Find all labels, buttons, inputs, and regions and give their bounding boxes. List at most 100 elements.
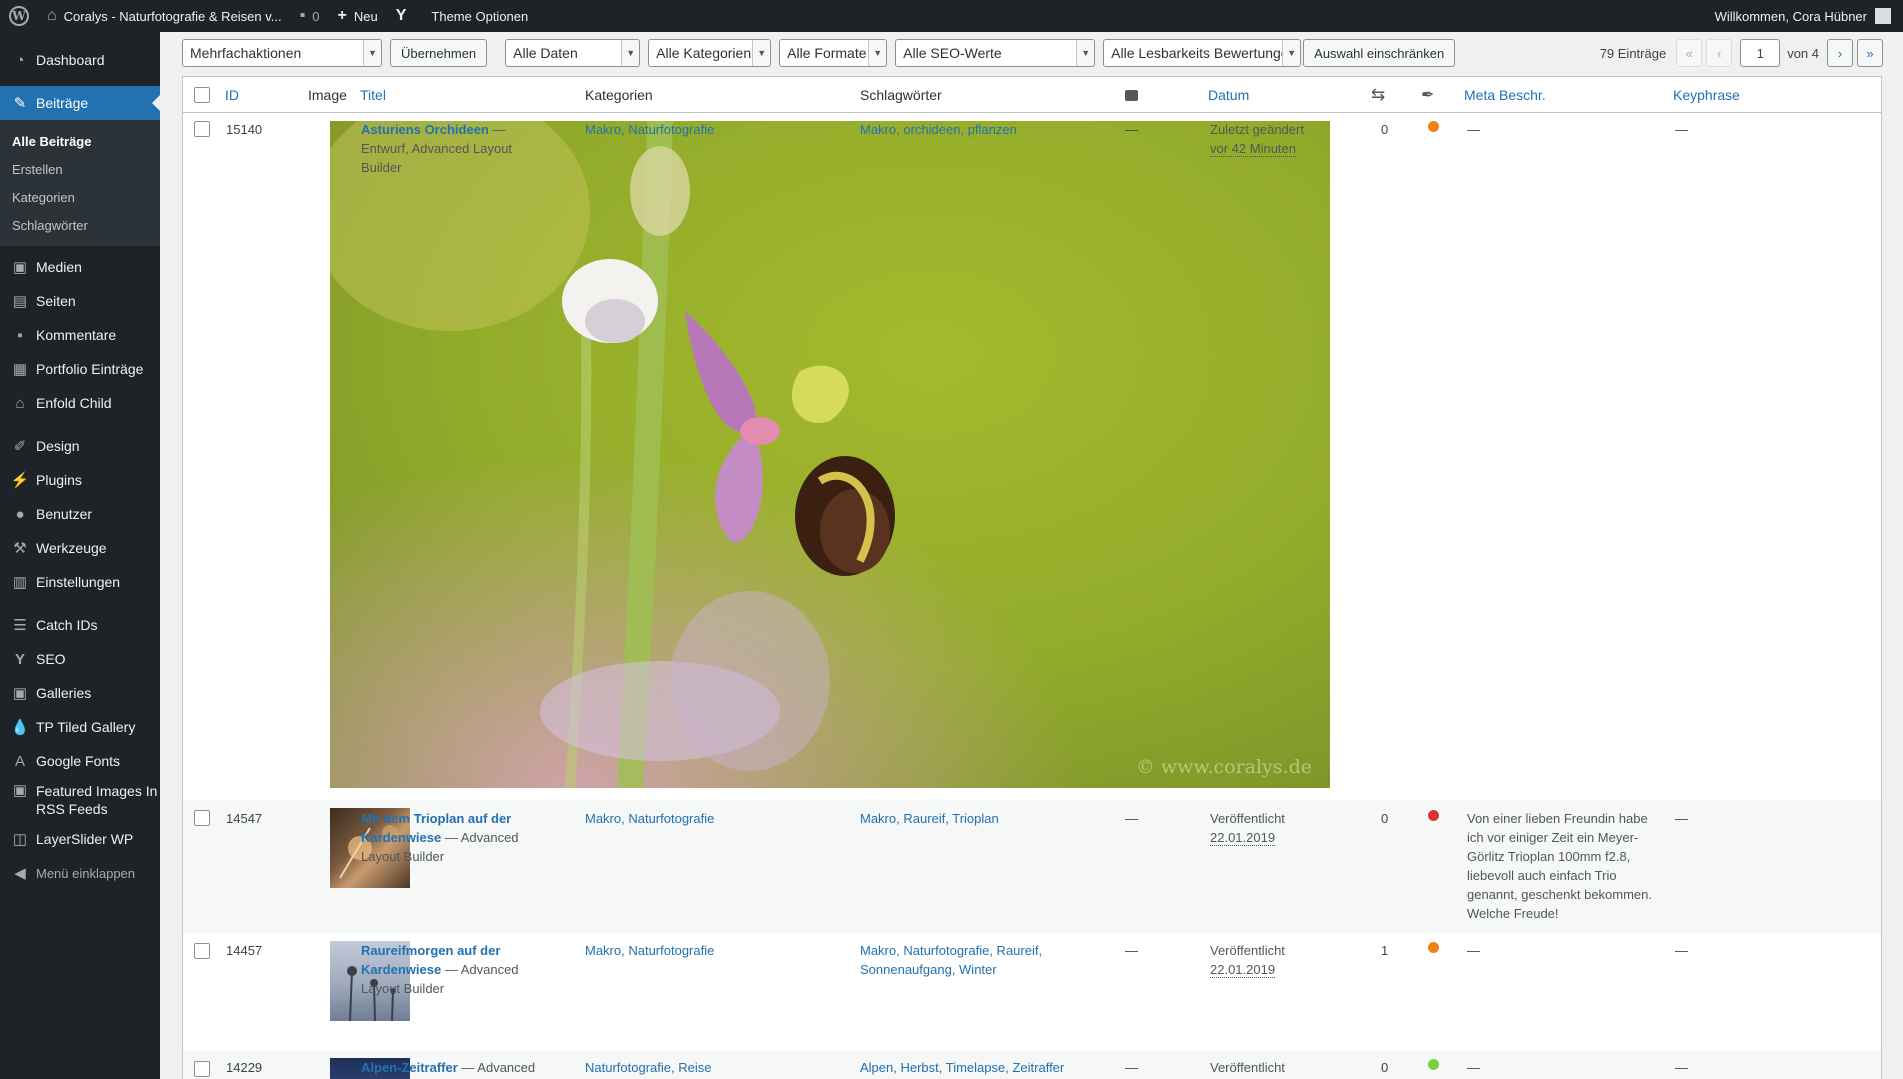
chevron-down-icon: ▼ [1076, 40, 1095, 66]
post-categories[interactable]: Makro, Naturfotografie [585, 120, 714, 139]
seo-dot-green [1428, 1059, 1439, 1070]
format-filter-select[interactable]: Alle Formate ▼ [779, 39, 888, 67]
theme-options-label: Theme Optionen [431, 8, 529, 24]
comments-link[interactable]: ▪ 0 [291, 0, 329, 32]
menu-label: Einstellungen [36, 574, 121, 590]
menu-tp-tiled-gallery[interactable]: 💧 TP Tiled Gallery [0, 710, 160, 744]
post-categories[interactable]: Makro, Naturfotografie [585, 941, 714, 960]
submenu-create[interactable]: Erstellen [0, 155, 160, 183]
next-page-button[interactable]: › [1827, 39, 1853, 67]
post-links-count: 0 [1381, 1060, 1389, 1075]
menu-layerslider[interactable]: ◫ LayerSlider WP [0, 822, 160, 856]
select-value: Alle Lesbarkeits Bewertungen [1111, 45, 1297, 61]
menu-label: Benutzer [36, 506, 93, 522]
row-checkbox[interactable] [194, 1061, 210, 1077]
font-icon: A [14, 752, 25, 770]
table-header: ID Image Titel Kategorien Schlagwörter D… [183, 77, 1881, 113]
post-title-cell: Raureifmorgen auf der Kardenwiese — Adva… [361, 941, 536, 998]
checkbox[interactable] [194, 810, 210, 826]
menu-featured-images-rss[interactable]: ▣ Featured Images In RSS Feeds [0, 778, 160, 822]
post-comments: — [1125, 943, 1138, 958]
post-title-link[interactable]: Asturiens Orchideen [361, 122, 489, 137]
column-meta-desc[interactable]: Meta Beschr. [1464, 77, 1546, 113]
menu-portfolio[interactable]: ▦ Portfolio Einträge [0, 352, 160, 386]
checkbox[interactable] [194, 943, 210, 959]
select-value: Alle Formate [787, 45, 867, 61]
account-menu[interactable]: Willkommen, Cora Hübner [1706, 0, 1903, 32]
post-id: 14547 [226, 811, 263, 826]
post-categories[interactable]: Makro, Naturfotografie [585, 809, 714, 828]
seo-score-indicator [1428, 1056, 1439, 1075]
column-id[interactable]: ID [225, 77, 239, 113]
menu-label: Seiten [36, 293, 76, 309]
new-content-link[interactable]: + Neu [329, 0, 387, 32]
readability-filter-select[interactable]: Alle Lesbarkeits Bewertungen ▼ [1103, 39, 1302, 67]
post-links-count: 0 [1381, 122, 1389, 137]
menu-enfold-child[interactable]: ⌂ Enfold Child [0, 386, 160, 420]
column-keyphrase[interactable]: Keyphrase [1673, 77, 1740, 113]
site-name-link[interactable]: ⌂ Coralys - Naturfotografie & Reisen v..… [38, 0, 291, 32]
menu-label-line2: RSS Feeds [36, 801, 108, 817]
filter-button[interactable]: Auswahl einschränken [1303, 39, 1456, 67]
post-title-link[interactable]: Alpen-Zeitraffer [361, 1060, 458, 1075]
checkbox[interactable] [194, 87, 210, 103]
post-categories[interactable]: Naturfotografie, Reise [585, 1058, 711, 1077]
menu-dashboard[interactable]: ◔ Dashboard [0, 43, 160, 77]
current-page-input[interactable]: 1 [1740, 39, 1781, 67]
comments-icon: ▪ [17, 326, 23, 344]
menu-plugins[interactable]: ⚡ Plugins [0, 463, 160, 497]
menu-seo[interactable]: Y SEO [0, 642, 160, 676]
menu-google-fonts[interactable]: A Google Fonts [0, 744, 160, 778]
select-all-checkbox[interactable] [194, 77, 210, 113]
column-categories: Kategorien [585, 87, 653, 103]
menu-design[interactable]: ✐ Design [0, 429, 160, 463]
menu-seiten[interactable]: ▤ Seiten [0, 284, 160, 318]
table-row: 14229 Alpen-Zeitraffer — Advanced Naturf… [183, 1051, 1881, 1079]
column-comments[interactable] [1125, 77, 1138, 113]
menu-benutzer[interactable]: ● Benutzer [0, 497, 160, 531]
apply-button[interactable]: Übernehmen [390, 39, 488, 67]
post-keyphrase: — [1675, 1060, 1688, 1075]
yoast-icon: Y [14, 650, 25, 668]
post-state: — Advanced [457, 1060, 536, 1075]
post-tags[interactable]: Makro, Raureif, Trioplan [860, 809, 999, 828]
submenu-all-posts[interactable]: Alle Beiträge [0, 127, 160, 155]
gallery-icon: ▣ [12, 685, 28, 702]
seo-filter-select[interactable]: Alle SEO-Werte ▼ [895, 39, 1096, 67]
menu-werkzeuge[interactable]: ⚒ Werkzeuge [0, 531, 160, 565]
theme-options-link[interactable]: Theme Optionen [422, 0, 537, 32]
row-checkbox[interactable] [194, 121, 210, 137]
last-page-button[interactable]: » [1857, 39, 1883, 67]
comment-icon [1125, 89, 1138, 101]
post-tags[interactable]: Makro, Naturfotografie, Raureif, Sonnena… [860, 941, 1060, 979]
post-id: 14457 [226, 943, 263, 958]
menu-einstellungen[interactable]: ▥ Einstellungen [0, 565, 160, 599]
row-checkbox[interactable] [194, 943, 210, 959]
post-tags[interactable]: Alpen, Herbst, Timelapse, Zeitraffer [860, 1058, 1064, 1077]
checkbox[interactable] [194, 1061, 210, 1077]
collapse-menu-button[interactable]: ◀ Menü einklappen [0, 856, 160, 890]
menu-catch-ids[interactable]: ☰ Catch IDs [0, 608, 160, 642]
comments-count: 0 [312, 8, 320, 24]
media-icon: ▣ [12, 259, 28, 276]
menu-kommentare[interactable]: ▪ Kommentare [0, 318, 160, 352]
submenu-beitraege: Alle Beiträge Erstellen Kategorien Schla… [0, 120, 160, 246]
category-filter-select[interactable]: Alle Kategorien ▼ [648, 39, 772, 67]
date-filter-select[interactable]: Alle Daten ▼ [505, 39, 641, 67]
checkbox[interactable] [194, 121, 210, 137]
bulk-actions-select[interactable]: Mehrfachaktionen ▼ [182, 39, 382, 67]
column-date[interactable]: Datum [1208, 77, 1249, 113]
column-title[interactable]: Titel [360, 77, 386, 113]
menu-label-line1: Featured Images In [36, 783, 158, 799]
menu-galleries[interactable]: ▣ Galleries [0, 676, 160, 710]
yoast-seo-menu[interactable]: Y [387, 0, 423, 32]
total-pages: von 4 [1787, 45, 1819, 61]
submenu-categories[interactable]: Kategorien [0, 183, 160, 211]
wordpress-menu[interactable]: W [0, 0, 38, 32]
submenu-tags[interactable]: Schlagwörter [0, 211, 160, 239]
portfolio-icon: ▦ [12, 361, 28, 378]
row-checkbox[interactable] [194, 810, 210, 826]
post-tags[interactable]: Makro, orchideen, pflanzen [860, 120, 1017, 139]
menu-medien[interactable]: ▣ Medien [0, 250, 160, 284]
menu-beitraege[interactable]: ✎ Beiträge [0, 86, 160, 120]
